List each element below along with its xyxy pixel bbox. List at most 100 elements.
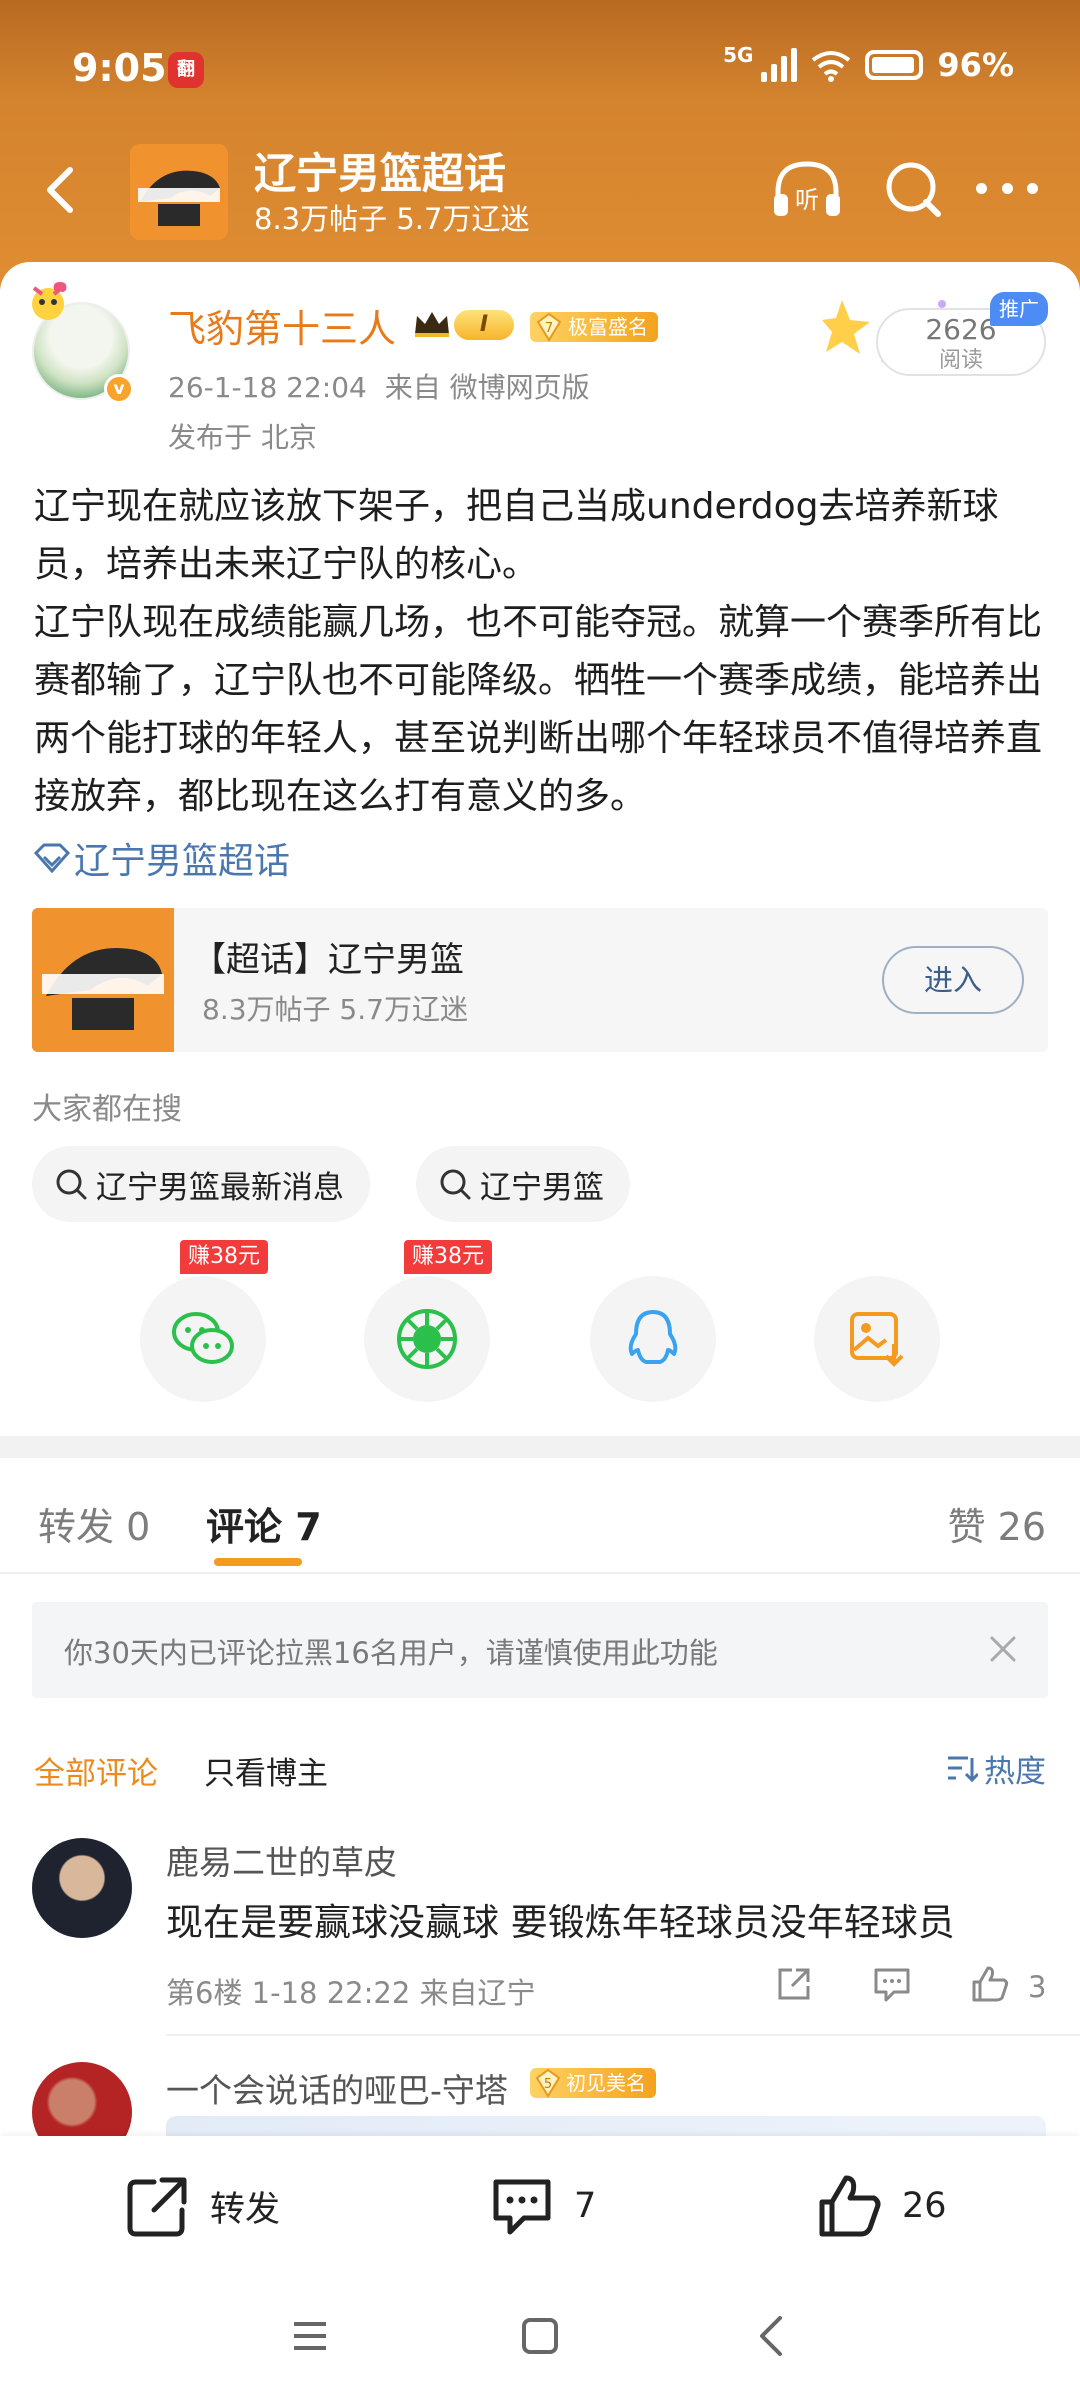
commenter-name[interactable]: 鹿易二世的草皮 bbox=[166, 1836, 397, 1884]
post-body: 辽宁现在就应该放下架子，把自己当成underdog去培养新球员，培养出未来辽宁队… bbox=[34, 478, 1054, 826]
active-tab-indicator bbox=[214, 1558, 302, 1566]
wifi-icon bbox=[812, 51, 851, 82]
topic-card-logo bbox=[32, 908, 174, 1052]
block-notice: 你30天内已评论拉黑16名用户，请谨慎使用此功能 bbox=[32, 1602, 1048, 1698]
more-options-icon[interactable] bbox=[976, 170, 1038, 206]
like-count: 26 bbox=[902, 2186, 947, 2226]
share-wechat-button[interactable]: 赚38元 bbox=[140, 1240, 268, 1402]
notice-text: 你30天内已评论拉黑16名用户，请谨慎使用此功能 bbox=[64, 1636, 718, 1670]
repost-icon bbox=[127, 2177, 187, 2237]
tab-comments[interactable]: 评论 7 bbox=[206, 1496, 322, 1551]
author-avatar[interactable]: v bbox=[22, 278, 134, 404]
avatar-decoration-icon bbox=[32, 282, 67, 320]
search-chip[interactable]: 辽宁男篮最新消息 bbox=[32, 1146, 370, 1222]
wechat-icon bbox=[172, 1312, 234, 1364]
repost-label: 转发 bbox=[210, 2189, 281, 2230]
topic-card[interactable]: 【超话】辽宁男篮 8.3万帖子 5.7万辽迷 进入 bbox=[32, 908, 1048, 1052]
share-qq-button[interactable] bbox=[590, 1276, 716, 1402]
filter-all-comments[interactable]: 全部评论 bbox=[34, 1748, 158, 1793]
fame-badge: 7 极富盛名 bbox=[530, 312, 658, 342]
like-button[interactable]: 26 bbox=[816, 2172, 947, 2240]
commenter-avatar[interactable] bbox=[32, 1838, 132, 1938]
section-divider bbox=[0, 1436, 1080, 1458]
vip-level-badge: I bbox=[454, 310, 514, 340]
comment-text: 现在是要赢球没赢球 要锻炼年轻球员没年轻球员 bbox=[166, 1901, 955, 1944]
status-time: 9:05 bbox=[72, 46, 167, 90]
svg-text:5: 5 bbox=[544, 2077, 552, 2092]
app-notification-icon: 翻 bbox=[168, 52, 204, 88]
signal-icon bbox=[761, 48, 798, 82]
search-chip-label: 辽宁男篮 bbox=[480, 1169, 604, 1206]
read-label: 阅读 bbox=[938, 348, 983, 373]
commenter-fame-badge: 5 初见美名 bbox=[530, 2068, 656, 2098]
fame-gem-icon: 7 bbox=[536, 312, 562, 342]
interaction-tabs: 转发 0 评论 7 赞 26 bbox=[0, 1458, 1080, 1574]
network-type: 5G bbox=[723, 43, 754, 67]
post-source: 来自 微博网页版 bbox=[384, 371, 590, 404]
commenter-name[interactable]: 一个会说话的哑巴-守塔 bbox=[166, 2064, 508, 2112]
topic-logo[interactable] bbox=[130, 144, 228, 240]
reward-tag: 赚38元 bbox=[180, 1240, 268, 1274]
filter-author-only[interactable]: 只看博主 bbox=[204, 1748, 328, 1793]
enter-button[interactable]: 进入 bbox=[882, 946, 1024, 1014]
home-icon[interactable] bbox=[520, 2316, 560, 2356]
promotion-tag[interactable]: 推广 bbox=[990, 292, 1048, 326]
like-thumb-icon[interactable] bbox=[970, 1964, 1010, 2004]
post-datetime: 26-1-18 22:04 bbox=[168, 371, 367, 404]
share-icon[interactable] bbox=[774, 1964, 814, 2004]
tab-reposts[interactable]: 转发 0 bbox=[38, 1496, 150, 1551]
search-chip[interactable]: 辽宁男篮 bbox=[416, 1146, 630, 1222]
battery-percent: 96% bbox=[937, 46, 1014, 84]
recent-apps-icon[interactable] bbox=[290, 2316, 330, 2356]
topic-card-stats: 8.3万帖子 5.7万辽迷 bbox=[202, 993, 468, 1026]
topic-card-title: 【超话】辽宁男篮 bbox=[192, 940, 464, 980]
search-chip-label: 辽宁男篮最新消息 bbox=[96, 1169, 344, 1206]
post-paragraph: 辽宁现在就应该放下架子，把自己当成underdog去培养新球员，培养出未来辽宁队… bbox=[34, 486, 999, 585]
post-card: v 飞豹第十三人 I 7 极富盛名 26-1-18 22:04 来自 微博网页版… bbox=[0, 262, 1080, 1442]
reward-tag: 赚38元 bbox=[404, 1240, 492, 1274]
share-moments-button[interactable]: 赚38元 bbox=[364, 1240, 492, 1402]
comment-preview-cutoff bbox=[166, 2116, 1046, 2136]
reply-icon[interactable] bbox=[872, 1964, 912, 2004]
save-image-icon bbox=[850, 1312, 904, 1367]
post-meta: 26-1-18 22:04 来自 微博网页版 bbox=[168, 366, 590, 406]
search-icon bbox=[440, 1169, 471, 1200]
bottom-action-bar: 转发 7 26 bbox=[0, 2136, 1080, 2276]
comment-count: 7 bbox=[574, 2186, 597, 2226]
repost-button[interactable]: 转发 bbox=[124, 2172, 280, 2240]
comment-meta: 第6楼 1-18 22:22 来自辽宁 bbox=[166, 1976, 536, 2010]
post-location: 发布于 北京 bbox=[168, 421, 317, 454]
trending-search-label: 大家都在搜 bbox=[32, 1092, 182, 1127]
listen-headphones-icon[interactable]: 听 bbox=[770, 156, 844, 222]
verified-badge-icon: v bbox=[104, 374, 134, 404]
topic-bar: 辽宁男篮超话 8.3万帖子 5.7万辽迷 听 bbox=[0, 140, 1080, 240]
topic-link[interactable]: 辽宁男篮超话 bbox=[34, 832, 290, 884]
comment-icon bbox=[493, 2179, 551, 2235]
comment-button[interactable]: 7 bbox=[488, 2172, 596, 2240]
search-icon bbox=[56, 1169, 87, 1200]
topic-stats: 8.3万帖子 5.7万辽迷 bbox=[254, 202, 530, 236]
fame-gem-icon: 5 bbox=[535, 2068, 561, 2098]
sort-by-hot[interactable]: 热度 bbox=[946, 1746, 1046, 1791]
close-icon[interactable] bbox=[986, 1632, 1020, 1666]
back-arrow-icon[interactable] bbox=[34, 162, 90, 218]
topic-link-label: 辽宁男篮超话 bbox=[74, 841, 291, 882]
sort-icon bbox=[948, 1756, 978, 1782]
save-image-button[interactable] bbox=[814, 1276, 940, 1402]
sort-label: 热度 bbox=[984, 1754, 1046, 1790]
system-nav-bar bbox=[0, 2276, 1080, 2400]
system-icons: 5G 96% bbox=[723, 43, 1014, 84]
battery-icon bbox=[865, 50, 924, 80]
author-name[interactable]: 飞豹第十三人 bbox=[168, 298, 396, 353]
back-icon[interactable] bbox=[752, 2314, 792, 2358]
search-icon[interactable] bbox=[882, 158, 944, 220]
status-bar: 9:05 翻 5G 96% bbox=[0, 40, 1080, 100]
svg-text:听: 听 bbox=[795, 186, 819, 214]
tab-likes[interactable]: 赞 26 bbox=[948, 1496, 1046, 1551]
qq-icon bbox=[628, 1310, 678, 1364]
fame-label: 极富盛名 bbox=[568, 315, 648, 339]
topic-header: 9:05 翻 5G 96% 辽宁男篮超话 8.3万帖子 5.7万辽迷 听 bbox=[0, 0, 1080, 290]
topic-title: 辽宁男篮超话 bbox=[254, 149, 507, 198]
diamond-icon bbox=[34, 843, 70, 873]
svg-text:7: 7 bbox=[545, 321, 553, 336]
